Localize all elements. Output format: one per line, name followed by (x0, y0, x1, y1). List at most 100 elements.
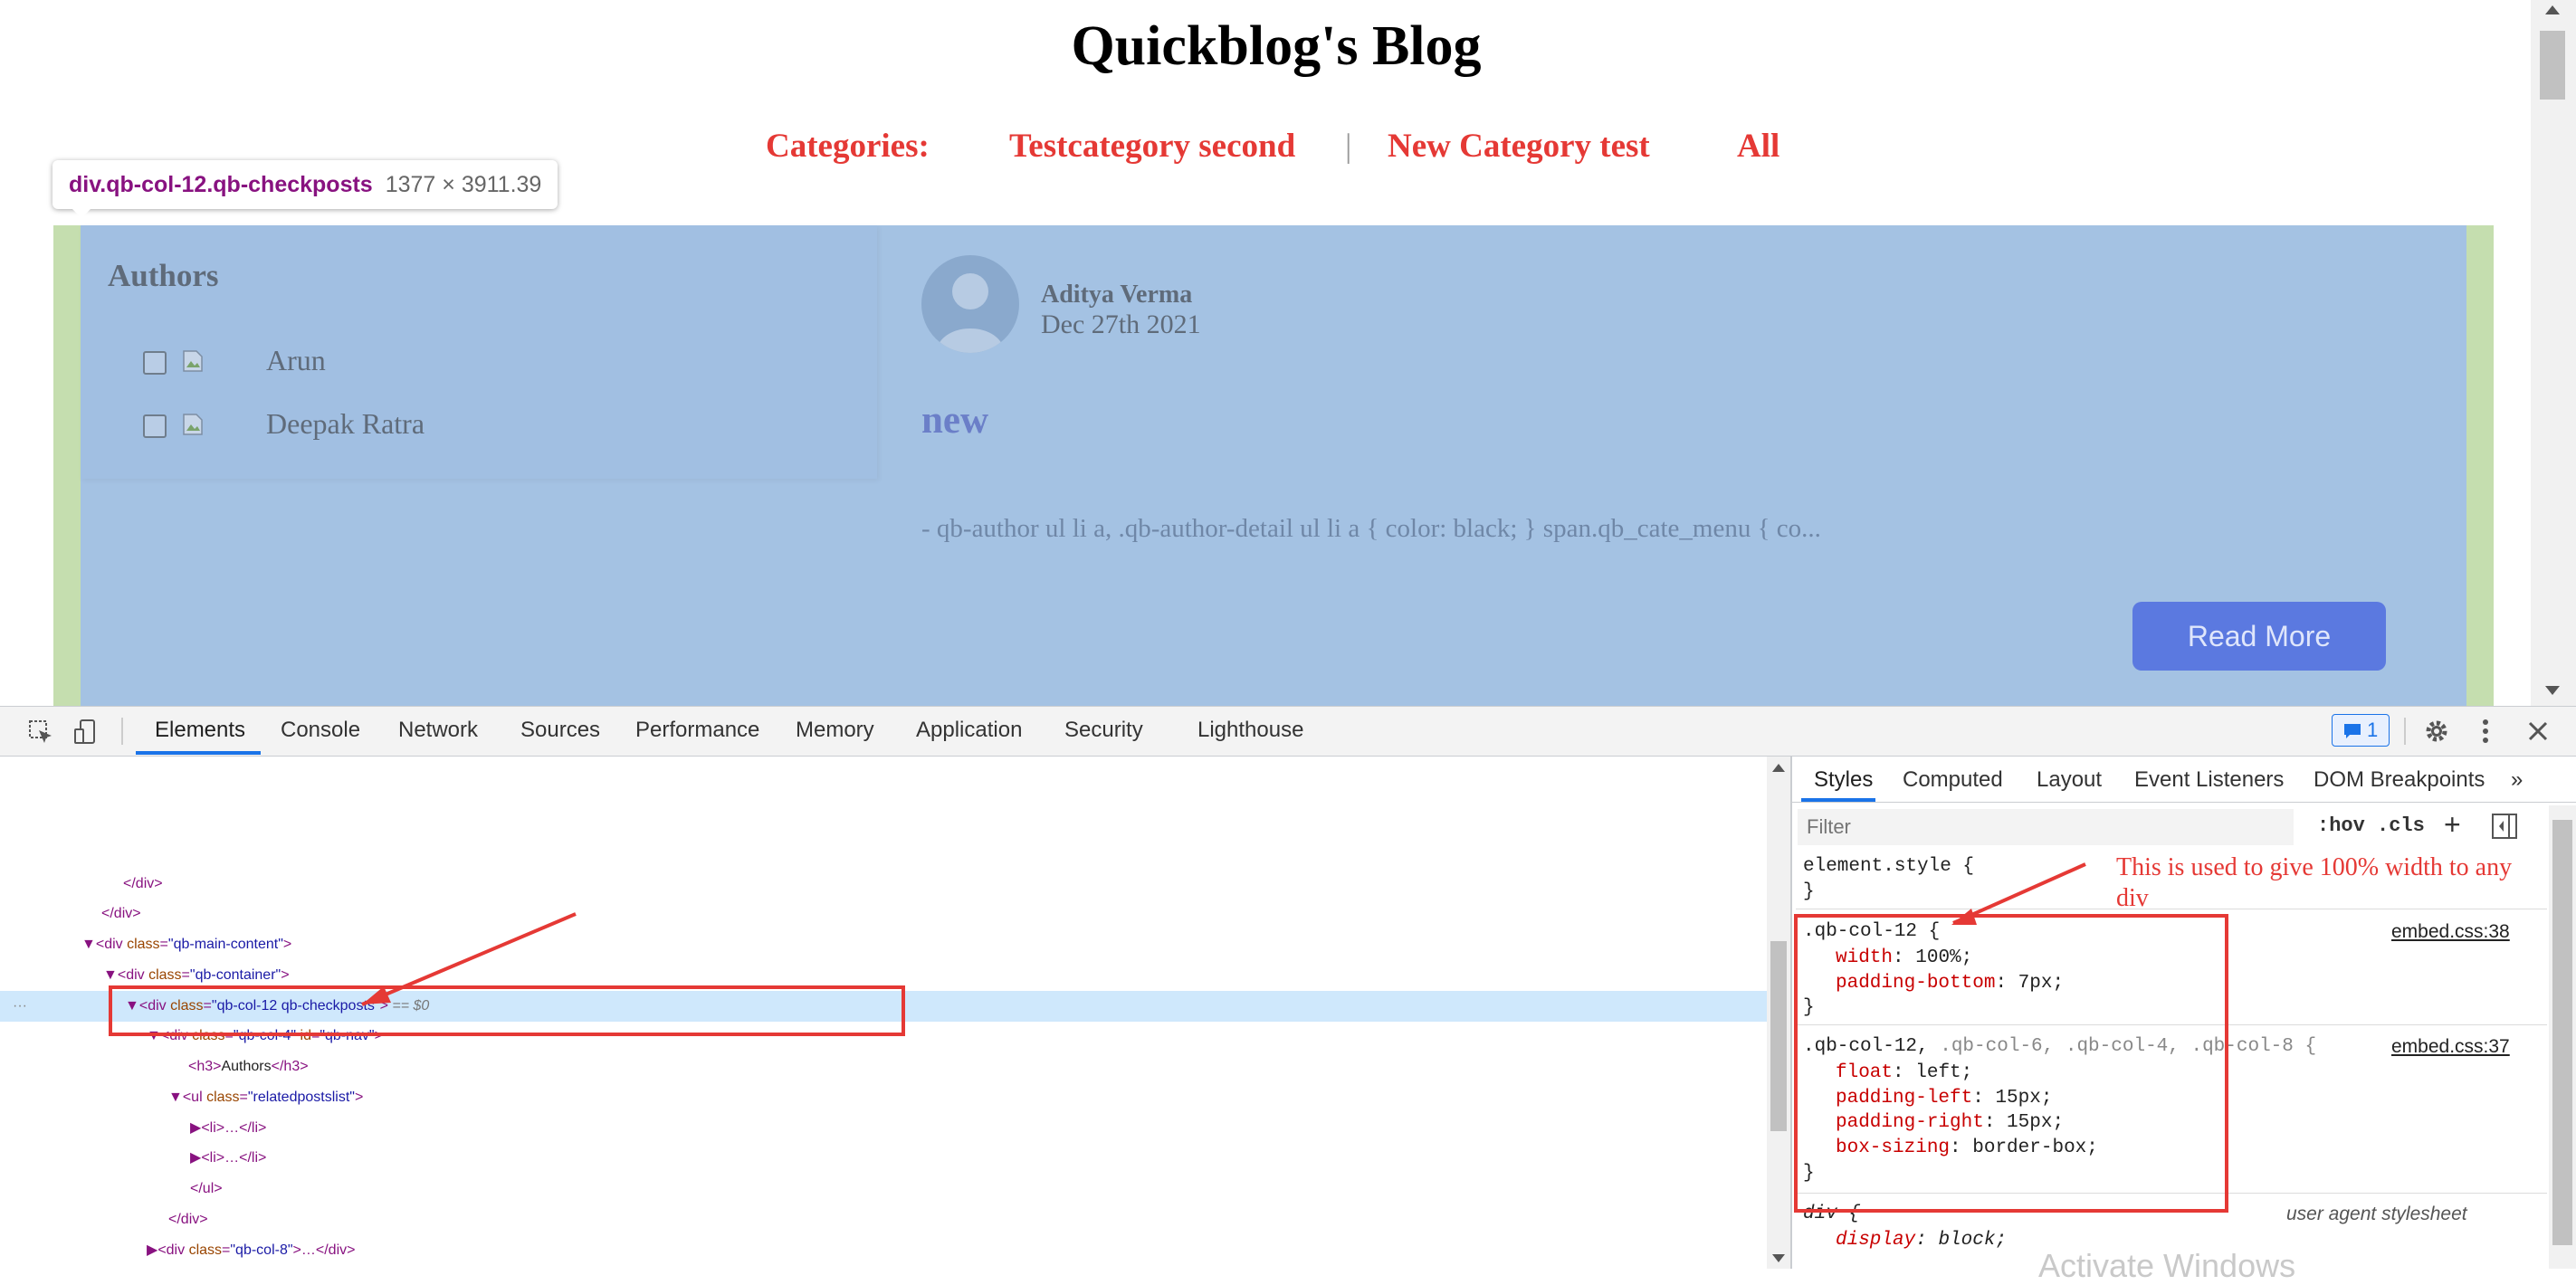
dom-node-h3[interactable]: <h3>Authors</h3> (188, 1052, 309, 1082)
dom-node-close-div[interactable]: </div> (123, 869, 163, 900)
dom-node-col8[interactable]: ▶<div class="qb-col-8">…</div> (147, 1235, 355, 1266)
scroll-down-arrow-icon[interactable] (2545, 686, 2560, 695)
tab-console[interactable]: Console (281, 718, 360, 743)
rule2-selector[interactable]: .qb-col-12, .qb-col-6, .qb-col-4, .qb-co… (1803, 1034, 2316, 1060)
tab-styles[interactable]: Styles (1814, 767, 1873, 793)
close-icon[interactable] (2525, 719, 2551, 744)
categories-label: Categories: (766, 128, 930, 165)
rule2-prop-box-sizing[interactable]: box-sizing: border-box; (1836, 1136, 2098, 1161)
rule1-source-link[interactable]: embed.css:38 (2391, 921, 2510, 943)
tag-text: <li>…</li> (201, 1120, 267, 1136)
new-rule-plus-icon[interactable]: + (2444, 808, 2461, 842)
tab-computed[interactable]: Computed (1903, 767, 2003, 793)
rule1-selector[interactable]: .qb-col-12 { (1803, 919, 1940, 945)
attr-name: id (300, 1028, 311, 1043)
scroll-up-arrow-icon[interactable] (1772, 764, 1785, 772)
author-checkbox[interactable] (143, 414, 167, 438)
dom-node-close-div[interactable]: </div> (101, 899, 141, 929)
scroll-down-arrow-icon[interactable] (1772, 1254, 1785, 1262)
blog-title: Quickblog's Blog (1071, 15, 1482, 77)
tab-application[interactable]: Application (916, 718, 1022, 743)
rule3-selector[interactable]: div { (1803, 1202, 1860, 1227)
post-title[interactable]: new (921, 398, 988, 443)
tab-dom-breakpoints[interactable]: DOM Breakpoints (2314, 767, 2485, 793)
rule-close-brace: } (1803, 995, 1815, 1021)
issues-badge[interactable]: 1 (2332, 714, 2390, 747)
dom-node-close-div[interactable]: </div> (168, 1204, 208, 1235)
category-link-new-category-test[interactable]: New Category test (1388, 127, 1650, 166)
scroll-up-arrow-icon[interactable] (2545, 5, 2560, 14)
attr-name: class (170, 998, 204, 1014)
tooltip-arrow (71, 207, 92, 218)
tag-text: </h3> (271, 1059, 309, 1074)
dom-node-close-ul[interactable]: </ul> (190, 1174, 223, 1204)
styles-scrollbar-thumb[interactable] (2552, 820, 2572, 1245)
tab-memory[interactable]: Memory (796, 718, 874, 743)
more-options-icon[interactable] (2480, 717, 2491, 746)
tab-elements[interactable]: Elements (155, 718, 245, 743)
dom-node-li[interactable]: ▶<li>…</li> (190, 1113, 266, 1144)
tag-text: </div> (123, 876, 163, 891)
tab-lighthouse[interactable]: Lighthouse (1197, 718, 1303, 743)
toolbar-divider (121, 718, 123, 745)
prop-value: 100%; (1915, 947, 1973, 968)
text-node: Authors (221, 1059, 272, 1074)
dom-node-container[interactable]: ▼<div class="qb-container"> (103, 960, 290, 991)
page-scrollbar[interactable] (2531, 0, 2576, 706)
attr-value: "qb-main-content" (167, 937, 283, 952)
styles-filter-input[interactable]: Filter (1798, 809, 2294, 845)
dom-node-checkposts[interactable]: ▼<div class="qb-col-12 qb-checkposts"> =… (125, 991, 429, 1022)
rule-divider (1796, 1024, 2547, 1025)
prop-name: padding-bottom (1836, 973, 1996, 994)
attr-value: "relatedpostslist" (247, 1090, 355, 1105)
rule2-prop-padding-left[interactable]: padding-left: 15px; (1836, 1086, 2052, 1111)
tab-security[interactable]: Security (1064, 718, 1143, 743)
annotation-note: This is used to give 100% width to any d… (2116, 853, 2513, 912)
rule-divider (1796, 1193, 2547, 1194)
rule2-prop-float[interactable]: float: left; (1836, 1061, 1972, 1086)
tab-layout[interactable]: Layout (2037, 767, 2102, 793)
read-more-button[interactable]: Read More (2132, 602, 2386, 671)
inspect-element-icon[interactable] (27, 719, 54, 746)
attr-name: class (127, 937, 160, 952)
dom-node-li[interactable]: ▶<li>…</li> (190, 1143, 266, 1174)
authors-heading: Authors (108, 258, 219, 293)
selector-text: div { (1803, 1204, 1861, 1224)
rule1-prop-width[interactable]: width: 100%; (1836, 946, 1972, 971)
rule2-prop-padding-right[interactable]: padding-right: 15px; (1836, 1110, 2064, 1136)
tab-performance[interactable]: Performance (635, 718, 759, 743)
rule2-source-link[interactable]: embed.css:37 (2391, 1036, 2510, 1058)
author-name[interactable]: Arun (266, 344, 326, 377)
tag-text: <div (160, 1028, 193, 1043)
dom-node-col4[interactable]: ▼<div class="qb-col-4" id="qb-nav"> (147, 1021, 383, 1052)
category-link-testcategory-second[interactable]: Testcategory second (1009, 127, 1295, 166)
tab-network[interactable]: Network (398, 718, 478, 743)
page-scrollbar-thumb[interactable] (2540, 31, 2565, 100)
post-excerpt: - qb-author ul li a, .qb-author-detail u… (921, 514, 1821, 543)
settings-gear-icon[interactable] (2422, 717, 2451, 746)
prop-name: padding-left (1836, 1088, 1973, 1109)
attr-name: class (192, 1028, 225, 1043)
category-link-all[interactable]: All (1737, 127, 1779, 166)
device-toggle-icon[interactable] (72, 719, 100, 746)
more-tabs-chevron-icon[interactable]: » (2511, 767, 2523, 793)
dom-row-ellipsis[interactable]: ··· (13, 991, 27, 1022)
attr-name: class (148, 967, 182, 983)
dom-scrollbar-thumb[interactable] (1770, 941, 1787, 1131)
rule3-prop-display[interactable]: display: block; (1836, 1228, 2007, 1253)
toggle-sidebar-icon[interactable] (2491, 813, 2518, 840)
author-name[interactable]: Deepak Ratra (266, 407, 425, 441)
dom-node-main-content[interactable]: ▼<div class="qb-main-content"> (81, 929, 291, 960)
tag-text: <h3> (188, 1059, 222, 1074)
dom-node-ul[interactable]: ▼<ul class="relatedpostslist"> (168, 1082, 363, 1113)
attr-name: class (206, 1090, 240, 1105)
hover-state-toggle[interactable]: :hov (2317, 814, 2365, 837)
tab-event-listeners[interactable]: Event Listeners (2134, 767, 2284, 793)
brace-text: } (1803, 997, 1815, 1018)
class-toggle[interactable]: .cls (2377, 814, 2425, 837)
author-checkbox[interactable] (143, 351, 167, 375)
tab-sources[interactable]: Sources (520, 718, 600, 743)
styles-tabbar-border (1792, 802, 2576, 803)
rule1-prop-padding-bottom[interactable]: padding-bottom: 7px; (1836, 971, 2064, 996)
element-style-selector[interactable]: element.style { (1803, 854, 1974, 880)
